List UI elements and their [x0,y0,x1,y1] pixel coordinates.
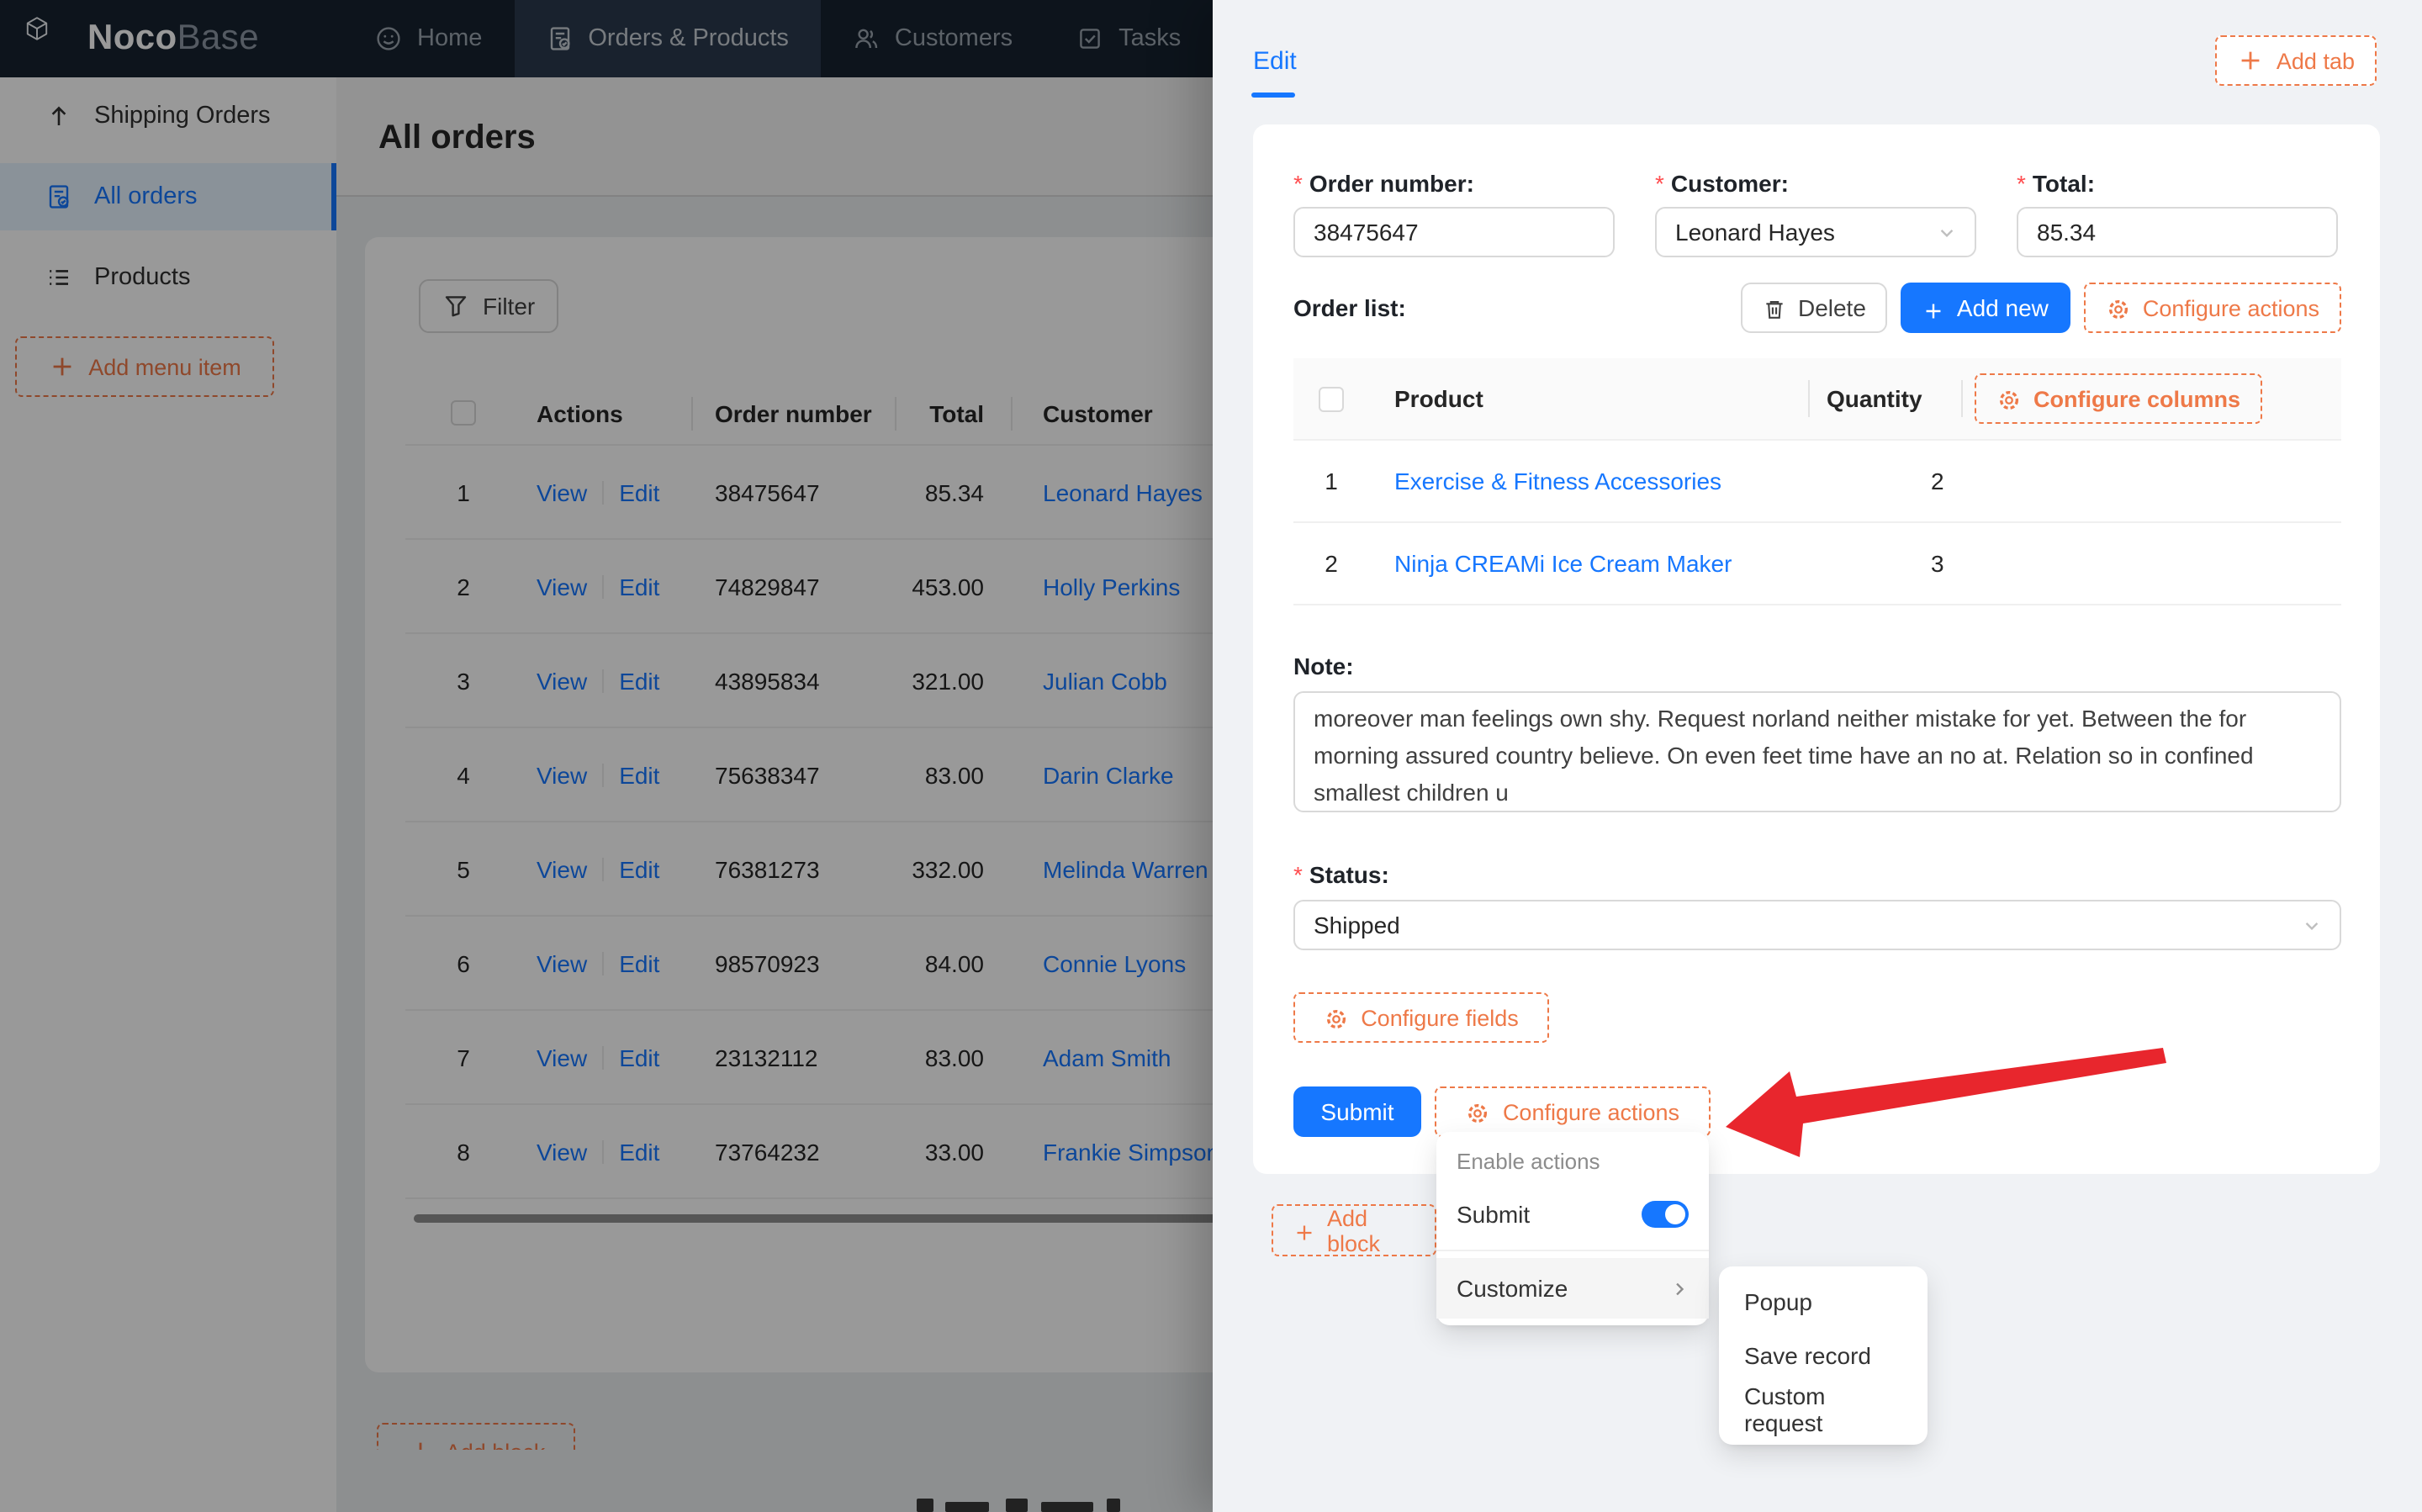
submit-toggle[interactable] [1642,1201,1689,1228]
field-customer: Customer: Leonard Hayes [1655,168,1976,257]
edit-drawer: Edit Add tab Order number: 38475647 Cust… [1213,0,2422,1512]
product-cell: Ninja CREAMi Ice Cream Maker [1369,550,1810,577]
menu-item-submit[interactable]: Submit [1436,1186,1709,1243]
plus-icon [1923,297,1945,319]
required-mark [1655,170,1671,197]
order-number-input[interactable]: 38475647 [1293,207,1615,257]
menu-item-customize[interactable]: Customize [1436,1258,1709,1319]
tab-edit[interactable]: Edit [1253,47,1297,76]
app-root: NocoBase Home Orders & Products Customer… [0,0,2422,1512]
chevron-right-icon [1670,1279,1689,1298]
header-checkbox-cell [1293,386,1369,411]
submit-button[interactable]: Submit [1293,1086,1421,1137]
submenu-item-popup[interactable]: Popup [1727,1275,1919,1329]
customer-select[interactable]: Leonard Hayes [1655,207,1976,257]
required-mark [2017,170,2033,197]
order-list-row: 2 Ninja CREAMi Ice Cream Maker 3 [1293,523,2341,604]
header-quantity: Quantity [1810,380,1963,417]
total-input[interactable]: 85.34 [2017,207,2338,257]
submenu-item-custom-request[interactable]: Custom request [1727,1382,1919,1436]
select-all-checkbox[interactable] [1319,386,1344,411]
field-total: Total: 85.34 [2017,168,2338,257]
status-label: Status: [1293,859,2341,890]
gear-icon [1996,386,2022,411]
order-list-label: Order list: [1293,294,1406,321]
menu-divider [1436,1250,1709,1251]
order-list-toolbar: Order list: Delete Add new Configure act… [1293,283,2341,333]
configure-actions-button-orderlist[interactable]: Configure actions [2083,283,2341,333]
product-cell: Exercise & Fitness Accessories [1369,468,1810,494]
trash-icon [1763,296,1786,320]
edit-form-card: Order number: 38475647 Customer: Leonard… [1253,124,2380,1174]
status-select[interactable]: Shipped [1293,900,2341,950]
quantity-cell: 3 [1931,550,1944,577]
note-textarea[interactable]: moreover man feelings own shy. Request n… [1293,691,2341,812]
configure-fields-button[interactable]: Configure fields [1293,992,1549,1043]
submenu-item-save-record[interactable]: Save record [1727,1329,1919,1382]
add-block-button[interactable]: Add block [1272,1204,1436,1256]
delete-button[interactable]: Delete [1740,283,1888,333]
plus-icon [1293,1219,1315,1241]
configure-actions-button[interactable]: Configure actions [1435,1086,1711,1137]
form-fields-row: Order number: 38475647 Customer: Leonard… [1293,168,2341,257]
required-mark [1293,170,1309,197]
order-list-header: Product Quantity Configure columns [1293,358,2341,441]
plus-icon [2238,47,2265,74]
gear-icon [2106,295,2131,320]
tab-ink-bar [1251,93,1295,98]
order-list-row: 1 Exercise & Fitness Accessories 2 [1293,441,2341,523]
order-list-body: 1 Exercise & Fitness Accessories 2 2 Nin… [1293,441,2341,604]
note-label: Note: [1293,653,1354,679]
order-list-table: Product Quantity Configure columns 1 Exe… [1293,358,2341,605]
row-index: 1 [1325,468,1338,494]
chevron-down-icon [1938,223,1956,241]
product-link[interactable]: Exercise & Fitness Accessories [1394,468,1721,494]
row-index: 2 [1325,550,1338,577]
field-order-number: Order number: 38475647 [1293,168,1615,257]
add-new-button[interactable]: Add new [1901,283,2070,333]
product-link[interactable]: Ninja CREAMi Ice Cream Maker [1394,550,1732,577]
chevron-down-icon [2303,916,2321,934]
header-configure-cell: Configure columns [1963,373,2341,424]
customize-submenu: Popup Save record Custom request [1719,1266,1928,1445]
quantity-cell: 2 [1931,468,1944,494]
configure-columns-button[interactable]: Configure columns [1975,373,2263,424]
add-tab-button[interactable]: Add tab [2215,35,2377,86]
menu-group-label: Enable actions [1457,1149,1600,1174]
gear-icon [1324,1005,1349,1030]
form-actions-row: Submit Configure actions [1293,1086,2341,1137]
required-mark [1293,861,1309,888]
header-product: Product [1369,380,1810,417]
gear-icon [1466,1099,1491,1124]
configure-actions-menu: Enable actions Submit Customize [1436,1132,1709,1325]
